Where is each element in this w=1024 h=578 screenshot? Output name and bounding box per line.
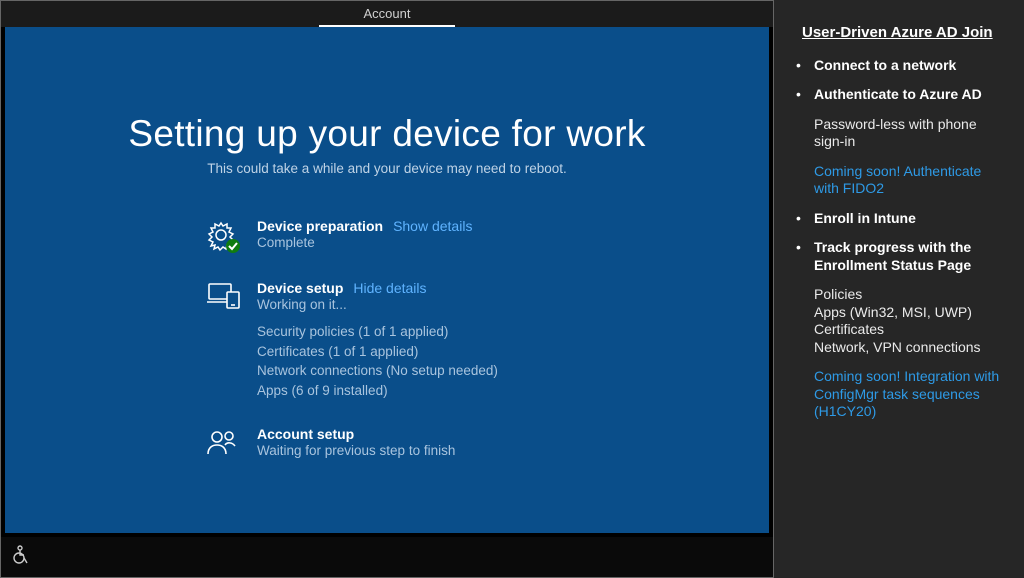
people-icon (205, 426, 249, 458)
note-network-vpn: Network, VPN connections (796, 339, 1006, 357)
detail-network: Network connections (No setup needed) (257, 361, 498, 381)
detail-certificates: Certificates (1 of 1 applied) (257, 342, 498, 362)
bullet-auth-azure: Authenticate to Azure AD (814, 86, 982, 102)
link-configmgr[interactable]: Coming soon! Integration with ConfigMgr … (796, 368, 1006, 421)
link-fido2[interactable]: Coming soon! Authenticate with FIDO2 (796, 163, 1006, 198)
note-certificates: Certificates (796, 321, 1006, 339)
main-pane: Account Setting up your device for work … (0, 0, 774, 578)
accessibility-icon[interactable] (11, 545, 31, 570)
step-device-preparation: Device preparation Show details Complete (205, 218, 729, 254)
tab-account[interactable]: Account (319, 1, 456, 27)
detail-security-policies: Security policies (1 of 1 applied) (257, 322, 498, 342)
step1-toggle-link[interactable]: Show details (393, 218, 472, 234)
bullet-enroll-intune: Enroll in Intune (814, 210, 916, 226)
step1-title: Device preparation (257, 218, 383, 234)
notes-title: User-Driven Azure AD Join (802, 24, 1006, 43)
tab-bar: Account (1, 1, 773, 27)
step2-status: Working on it... (257, 297, 498, 312)
note-passwordless: Password-less with phone sign-in (796, 116, 1006, 151)
step-device-setup: Device setup Hide details Working on it.… (205, 280, 729, 400)
detail-apps: Apps (6 of 9 installed) (257, 381, 498, 401)
devices-icon (205, 280, 249, 312)
enrollment-steps: Device preparation Show details Complete (205, 218, 729, 458)
oobe-screen: Setting up your device for work This cou… (5, 27, 769, 533)
step2-details: Security policies (1 of 1 applied) Certi… (257, 322, 498, 400)
bullet-connect-network: Connect to a network (814, 57, 956, 73)
bottom-bar (1, 537, 773, 577)
page-subtitle: This could take a while and your device … (45, 161, 729, 176)
side-notes-panel: User-Driven Azure AD Join Connect to a n… (774, 0, 1024, 578)
step2-title: Device setup (257, 280, 343, 296)
bullet-track-progress: Track progress with the Enrollment Statu… (814, 239, 971, 273)
note-apps: Apps (Win32, MSI, UWP) (796, 304, 1006, 322)
step3-title: Account setup (257, 426, 354, 442)
step1-status: Complete (257, 235, 472, 250)
step3-status: Waiting for previous step to finish (257, 443, 455, 458)
page-title: Setting up your device for work (45, 113, 729, 155)
gear-check-icon (205, 218, 249, 254)
step-account-setup: Account setup Waiting for previous step … (205, 426, 729, 458)
step2-toggle-link[interactable]: Hide details (353, 280, 426, 296)
note-policies: Policies (796, 286, 1006, 304)
